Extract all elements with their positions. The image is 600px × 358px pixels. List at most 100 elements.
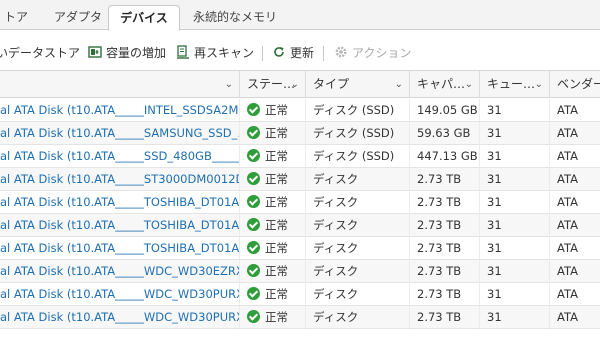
device-name-cell[interactable]: al ATA Disk (t10.ATA_____WDC_WD30PURX… — [0, 283, 240, 306]
device-name-cell[interactable]: al ATA Disk (t10.ATA_____TOSHIBA_DT01A… — [0, 237, 240, 260]
tab-datastores[interactable]: トア — [0, 5, 46, 30]
vendor-cell: ATA — [557, 103, 578, 117]
create-datastore-label: いデータストア — [0, 46, 81, 60]
rescan-icon — [176, 45, 190, 59]
actions-button[interactable]: アクション — [334, 44, 411, 62]
capacity-cell: 149.05 GB — [410, 99, 480, 122]
chevron-down-icon[interactable]: ⌄ — [465, 71, 473, 98]
column-header-capacity[interactable]: キャパ… ⌄ — [410, 71, 480, 98]
status-ok-icon — [247, 241, 260, 254]
device-name-cell[interactable]: al ATA Disk (t10.ATA_____ST3000DM0012D9… — [0, 168, 240, 191]
toolbar-divider — [262, 46, 263, 61]
queue-depth-cell: 31 — [480, 283, 550, 306]
type-cell: ディスク — [306, 283, 410, 306]
status-ok-icon — [247, 126, 260, 139]
increase-capacity-button[interactable]: 容量の増加 — [88, 44, 166, 62]
status-cell: 正常 — [240, 283, 306, 306]
queue-depth-cell: 31 — [480, 214, 550, 237]
chevron-down-icon[interactable]: ⌄ — [291, 71, 299, 98]
queue-depth-cell: 31 — [480, 122, 550, 145]
column-header-queue[interactable]: キュー… ⌄ — [480, 71, 550, 98]
capacity-cell: 2.73 TB — [410, 214, 480, 237]
column-header-vendor[interactable]: ベンダー — [550, 71, 600, 98]
device-name-cell[interactable]: al ATA Disk (t10.ATA_____WDC_WD30EZRX… — [0, 260, 240, 283]
table-row[interactable]: al ATA Disk (t10.ATA_____ST3000DM0012D9…… — [0, 168, 600, 191]
rescan-button[interactable]: 再スキャン — [176, 44, 254, 62]
capacity-cell: 2.73 TB — [410, 260, 480, 283]
vendor-cell: ATA — [557, 310, 578, 324]
capacity-cell: 447.13 GB — [410, 145, 480, 168]
status-ok-icon — [247, 264, 260, 277]
tab-persistent-memory[interactable]: 永続的なメモリ — [188, 5, 282, 30]
type-cell: ディスク (SSD) — [306, 99, 410, 122]
chevron-down-icon[interactable]: ⌄ — [535, 71, 543, 98]
capacity-cell: 2.73 TB — [410, 283, 480, 306]
column-header-status[interactable]: ステー… ⌄ — [240, 71, 306, 98]
table-row[interactable]: al ATA Disk (t10.ATA_____WDC_WD30EZRX… 正常… — [0, 260, 600, 283]
type-cell: ディスク — [306, 191, 410, 214]
type-cell: ディスク — [306, 306, 410, 329]
capacity-cell: 2.73 TB — [410, 191, 480, 214]
type-cell: ディスク — [306, 237, 410, 260]
type-cell: ディスク — [306, 168, 410, 191]
status-ok-icon — [247, 149, 260, 162]
vendor-cell: ATA — [557, 241, 578, 255]
vendor-cell: ATA — [557, 149, 578, 163]
device-name-cell[interactable]: al ATA Disk (t10.ATA_____WDC_WD30PURX… — [0, 306, 240, 329]
vendor-cell: ATA — [557, 287, 578, 301]
table-header: ⌄ ステー… ⌄ タイプ ⌄ キャパ… ⌄ キュー… ⌄ ベンダー — [0, 70, 600, 98]
device-name-cell[interactable]: al ATA Disk (t10.ATA_____TOSHIBA_DT01A… — [0, 214, 240, 237]
create-datastore-button[interactable]: いデータストア — [0, 44, 80, 62]
refresh-label: 更新 — [290, 46, 315, 60]
actions-gear-icon — [334, 45, 348, 59]
table-footer — [0, 330, 600, 358]
device-name-cell[interactable]: al ATA Disk (t10.ATA_____SSD_480GB_____… — [0, 145, 240, 168]
queue-depth-cell: 31 — [480, 99, 550, 122]
vendor-cell: ATA — [557, 126, 578, 140]
chevron-down-icon[interactable]: ⌄ — [395, 71, 403, 98]
capacity-cell: 2.73 TB — [410, 306, 480, 329]
device-name-cell[interactable]: al ATA Disk (t10.ATA_____SAMSUNG_SSD_… — [0, 122, 240, 145]
queue-depth-cell: 31 — [480, 168, 550, 191]
toolbar: いデータストア 容量の増加 再スキャン 更新 アクション — [0, 40, 600, 66]
type-cell: ディスク — [306, 260, 410, 283]
tab-devices[interactable]: デバイス — [108, 5, 180, 31]
type-cell: ディスク (SSD) — [306, 145, 410, 168]
status-cell: 正常 — [240, 168, 306, 191]
column-header-name[interactable]: ⌄ — [0, 71, 240, 98]
table-row[interactable]: al ATA Disk (t10.ATA_____WDC_WD30PURX… 正常… — [0, 283, 600, 306]
table-row[interactable]: al ATA Disk (t10.ATA_____INTEL_SSDSA2M… 正… — [0, 99, 600, 122]
capacity-cell: 2.73 TB — [410, 237, 480, 260]
queue-depth-cell: 31 — [480, 237, 550, 260]
status-cell: 正常 — [240, 306, 306, 329]
rescan-label: 再スキャン — [194, 46, 255, 60]
increase-capacity-label: 容量の増加 — [106, 46, 167, 60]
queue-depth-cell: 31 — [480, 191, 550, 214]
chevron-down-icon[interactable]: ⌄ — [225, 71, 233, 98]
table-row[interactable]: al ATA Disk (t10.ATA_____TOSHIBA_DT01A… 正… — [0, 237, 600, 260]
column-header-type[interactable]: タイプ ⌄ — [306, 71, 410, 98]
refresh-icon — [272, 45, 286, 59]
status-ok-icon — [247, 195, 260, 208]
status-cell: 正常 — [240, 191, 306, 214]
status-cell: 正常 — [240, 260, 306, 283]
actions-label: アクション — [352, 46, 412, 60]
refresh-button[interactable]: 更新 — [272, 44, 314, 62]
queue-depth-cell: 31 — [480, 260, 550, 283]
table-row[interactable]: al ATA Disk (t10.ATA_____SAMSUNG_SSD_… 正常… — [0, 122, 600, 145]
table-row[interactable]: al ATA Disk (t10.ATA_____SSD_480GB_____…… — [0, 145, 600, 168]
table-row[interactable]: al ATA Disk (t10.ATA_____WDC_WD30PURX… 正常… — [0, 306, 600, 329]
device-name-cell[interactable]: al ATA Disk (t10.ATA_____INTEL_SSDSA2M… — [0, 99, 240, 122]
tab-adapters[interactable]: アダプタ — [48, 5, 108, 30]
status-cell: 正常 — [240, 145, 306, 168]
vendor-cell: ATA — [557, 218, 578, 232]
capacity-cell: 59.63 GB — [410, 122, 480, 145]
vendor-cell: ATA — [557, 195, 578, 209]
toolbar-divider — [323, 46, 324, 61]
device-name-cell[interactable]: al ATA Disk (t10.ATA_____TOSHIBA_DT01A… — [0, 191, 240, 214]
table-row[interactable]: al ATA Disk (t10.ATA_____TOSHIBA_DT01A… 正… — [0, 191, 600, 214]
table-row[interactable]: al ATA Disk (t10.ATA_____TOSHIBA_DT01A… 正… — [0, 214, 600, 237]
type-cell: ディスク — [306, 214, 410, 237]
status-cell: 正常 — [240, 237, 306, 260]
tab-bar: トア アダプタ デバイス 永続的なメモリ — [0, 0, 600, 31]
